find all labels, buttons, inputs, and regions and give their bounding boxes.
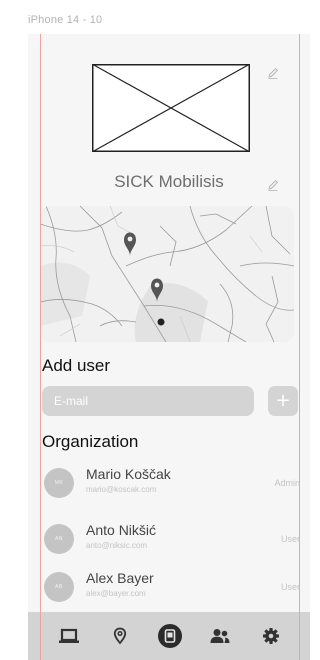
avatar: MK [44,468,74,498]
avatar: AB [44,572,74,602]
tab-settings[interactable] [258,623,284,649]
user-name: Mario Koščak [86,466,171,482]
location-map[interactable] [40,206,294,342]
tab-locations[interactable] [107,623,133,649]
users-icon [210,629,230,643]
phone-frame: SICK Mobilisis Add user E-mail + Organiz… [28,34,310,660]
tab-device-active[interactable] [157,623,183,649]
edit-name-icon[interactable] [266,178,280,192]
user-email: anto@niksic.com [86,541,148,550]
avatar: AN [44,524,74,554]
add-user-title: Add user [42,356,111,375]
user-name: Anto Nikšić [86,522,157,538]
add-user-button[interactable]: + [268,386,298,416]
organization-title: Organization [42,432,139,451]
location-pin-icon [113,627,126,645]
user-row[interactable]: MK Mario Koščak mario@koscak.com Admin [42,462,300,502]
gear-icon [262,628,279,644]
tab-devices[interactable] [56,623,82,649]
user-email: alex@bayer.com [86,589,146,598]
laptop-icon [59,628,80,643]
user-row[interactable]: AB Alex Bayer alex@bayer.com User [42,566,300,606]
device-icon [157,624,182,648]
user-name: Alex Bayer [86,570,154,586]
layout-guide-left [40,34,41,660]
logo-image-placeholder[interactable] [92,64,250,152]
tab-users[interactable] [207,623,233,649]
user-role[interactable]: User [281,582,300,592]
user-role[interactable]: Admin [274,478,300,488]
user-role[interactable]: User [281,534,300,544]
frame-label: iPhone 14 - 10 [28,14,103,26]
edit-logo-icon[interactable] [266,66,280,80]
bottom-tab-bar [28,612,310,660]
user-email: mario@koscak.com [86,485,157,494]
layout-guide-right [299,34,300,660]
user-row[interactable]: AN Anto Nikšić anto@niksic.com User [42,518,300,558]
email-input[interactable] [42,386,254,416]
